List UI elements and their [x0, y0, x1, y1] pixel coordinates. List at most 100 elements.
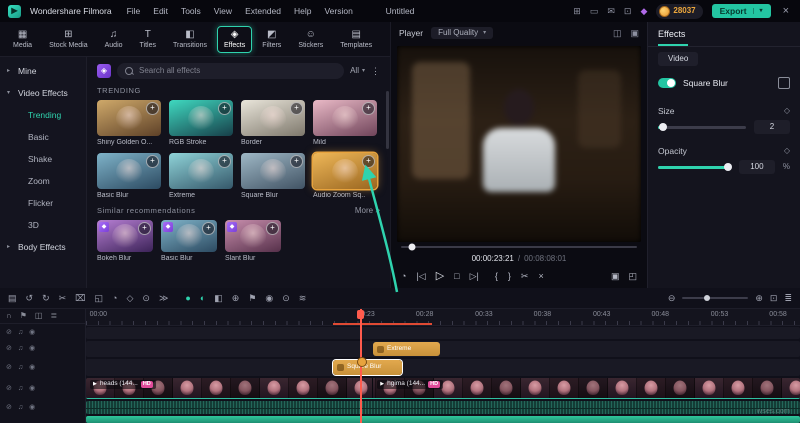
add-effect-button[interactable]: +	[218, 101, 231, 115]
member-gem-icon[interactable]: ◆	[640, 6, 647, 16]
eye-icon[interactable]: ◉	[29, 329, 35, 336]
opacity-keyframe-icon[interactable]: ◇	[784, 147, 790, 155]
effect-pin[interactable]	[356, 357, 367, 367]
tab-media[interactable]: ▦ Media	[6, 26, 39, 53]
filter-all-dropdown[interactable]: All ▾	[350, 67, 365, 75]
lock-icon[interactable]: ⊘	[6, 345, 12, 352]
track-row-1[interactable]	[86, 327, 800, 339]
tab-transitions[interactable]: ◧ Transitions	[166, 26, 214, 53]
message-icon[interactable]: ✉	[607, 6, 615, 16]
marker-flag-icon[interactable]: ⚑	[20, 312, 27, 320]
mute-icon[interactable]: ♫	[18, 404, 23, 411]
effect-thumbnail[interactable]: ◆ +	[161, 219, 217, 252]
speed-icon[interactable]: ◔	[112, 293, 117, 303]
effect-thumb-basic-blur[interactable]: ◆ + Basic Blur	[161, 219, 217, 262]
size-keyframe-icon[interactable]: ◇	[784, 107, 790, 115]
add-effect-button[interactable]: +	[202, 221, 215, 235]
fit-timeline-icon[interactable]: ⊡	[770, 293, 778, 303]
audio-track-2[interactable]	[86, 416, 800, 423]
resources-icon[interactable]: ⊡	[624, 6, 632, 16]
tab-stickers[interactable]: ☺ Stickers	[291, 26, 330, 53]
add-effect-button[interactable]: +	[266, 221, 279, 235]
opacity-slider[interactable]	[658, 163, 732, 171]
clip-square-blur[interactable]: Square Blur	[333, 360, 403, 375]
browser-scrollbar[interactable]	[386, 91, 389, 149]
audio-track[interactable]	[86, 401, 800, 415]
menu-tools[interactable]: Tools	[181, 7, 201, 16]
effect-thumbnail[interactable]: +	[97, 99, 161, 136]
tab-titles[interactable]: T Titles	[133, 26, 163, 53]
more-options-icon[interactable]: ⋮	[371, 66, 380, 76]
sidebar-item-basic[interactable]: Basic	[0, 126, 86, 148]
effect-thumb-bokeh-blur[interactable]: ◆ + Bokeh Blur	[97, 219, 153, 262]
effect-thumbnail[interactable]: +	[169, 152, 233, 189]
effect-thumbnail[interactable]: +	[169, 99, 233, 136]
screen-record-icon[interactable]: ▭	[590, 6, 599, 16]
eye-icon[interactable]: ◉	[29, 404, 35, 411]
scissors-icon[interactable]: ✂	[59, 293, 67, 303]
export-caret-icon[interactable]: ▾	[752, 8, 763, 14]
add-effect-button[interactable]: +	[218, 154, 231, 168]
sidebar-item-mine[interactable]: ▸ Mine	[0, 60, 86, 82]
more-tools-icon[interactable]: ≫	[159, 293, 168, 303]
next-frame-icon[interactable]: ▷|	[470, 272, 479, 281]
track-row-2[interactable]: Extreme	[86, 340, 800, 358]
mask-icon[interactable]: ◧	[214, 293, 223, 303]
sidebar-item-trending[interactable]: Trending	[0, 104, 86, 126]
add-effect-button[interactable]: +	[290, 101, 303, 115]
effect-thumbnail[interactable]: ◆ +	[97, 219, 153, 252]
timeline-ruler[interactable]: 00:00 00:23 00:28 00:33 00:38 00:43 00:48 00:53…	[86, 309, 800, 326]
menu-extended[interactable]: Extended	[245, 7, 281, 16]
add-effect-button[interactable]: +	[362, 101, 375, 115]
sidebar-item-flicker[interactable]: Flicker	[0, 192, 86, 214]
lock-icon[interactable]: ⊘	[6, 385, 12, 392]
mark-out-icon[interactable]: }	[508, 272, 511, 281]
tab-effects[interactable]: ◈ Effects	[216, 25, 253, 53]
add-effect-button[interactable]: +	[362, 154, 375, 168]
sidebar-item-3d[interactable]: 3D	[0, 214, 86, 236]
opacity-value[interactable]: 100	[738, 160, 775, 174]
cut-icon[interactable]: ✂	[521, 272, 529, 281]
mark-in-icon[interactable]: {	[495, 272, 498, 281]
tab-video[interactable]: Video	[658, 52, 699, 66]
export-button[interactable]: Export ▾	[711, 3, 771, 19]
keyframe-icon[interactable]: ◇	[126, 293, 133, 303]
effect-checkbox[interactable]	[778, 77, 790, 89]
zoom-tool-icon[interactable]: ⊙	[142, 293, 150, 303]
add-effect-button[interactable]: +	[146, 101, 159, 115]
close-icon[interactable]: ×	[780, 5, 792, 17]
add-effect-button[interactable]: +	[290, 154, 303, 168]
ai-portrait-icon[interactable]: ◐	[200, 293, 205, 303]
menu-file[interactable]: File	[127, 7, 141, 16]
split-screen-view-icon[interactable]: ◫	[613, 28, 622, 38]
effect-thumbnail[interactable]: +	[241, 99, 305, 136]
effect-thumb-mild[interactable]: + Mild	[313, 99, 377, 146]
size-slider[interactable]	[658, 123, 746, 131]
timeline-zoom-slider[interactable]	[682, 295, 749, 301]
delete-icon[interactable]: ×	[538, 272, 543, 281]
stop-icon[interactable]: □	[454, 272, 459, 281]
mute-icon[interactable]: ♫	[18, 329, 23, 336]
coin-balance[interactable]: 28037	[656, 3, 703, 19]
size-slider-handle[interactable]	[659, 123, 668, 131]
record-icon[interactable]: ⊙	[282, 293, 290, 303]
menu-help[interactable]: Help	[294, 7, 311, 16]
marker-icon[interactable]: ⚑	[248, 293, 256, 303]
menu-view[interactable]: View	[214, 7, 232, 16]
motion-tracking-icon[interactable]: ⊕	[232, 293, 240, 303]
effect-thumbnail[interactable]: +	[313, 99, 377, 136]
timeline-tracks[interactable]: 00:00 00:23 00:28 00:33 00:38 00:43 00:48 00:53…	[86, 309, 800, 423]
effect-thumb-square-blur[interactable]: + Square Blur	[241, 152, 305, 199]
menu-edit[interactable]: Edit	[153, 7, 168, 16]
voiceover-icon[interactable]: ◉	[265, 293, 273, 303]
add-effect-button[interactable]: +	[146, 154, 159, 168]
effect-thumbnail[interactable]: +	[97, 152, 161, 189]
quality-dropdown[interactable]: Full Quality ▾	[431, 27, 494, 39]
detach-window-icon[interactable]: ▣	[630, 28, 639, 38]
mute-icon[interactable]: ♫	[18, 385, 23, 392]
eye-icon[interactable]: ◉	[29, 345, 35, 352]
add-effect-button[interactable]: +	[138, 221, 151, 235]
playhead-handle[interactable]	[357, 310, 365, 319]
zoom-out-icon[interactable]: ⊖	[668, 293, 676, 303]
audio-mixer-icon[interactable]: ≋	[299, 293, 307, 303]
